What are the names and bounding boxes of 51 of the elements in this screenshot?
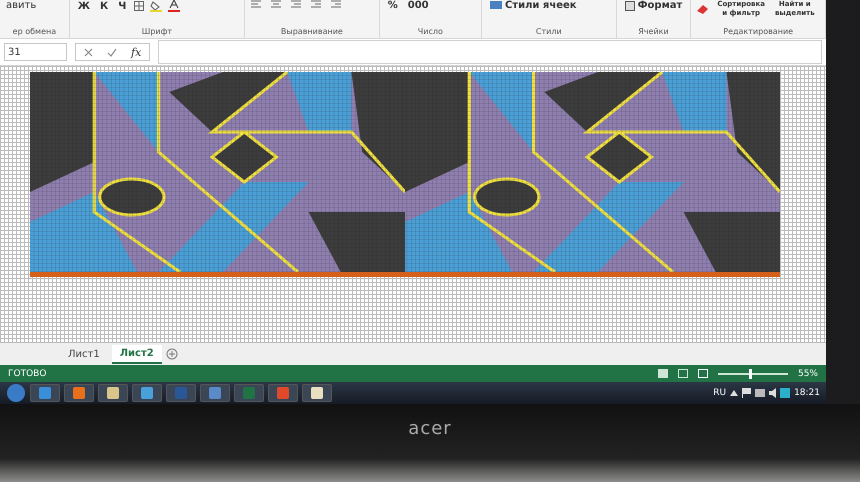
font-style-button[interactable]: К xyxy=(98,0,110,12)
sheet-tab[interactable]: Лист1 xyxy=(60,346,108,362)
cell-styles-icon xyxy=(490,0,502,10)
number-format-button[interactable]: % xyxy=(386,0,400,11)
fill-color-icon xyxy=(150,0,162,12)
status-text: ГОТОВО xyxy=(8,368,46,378)
font-style-button[interactable]: Ч xyxy=(116,0,128,12)
app-icon xyxy=(73,387,85,399)
group-label: Стили xyxy=(536,27,562,36)
app-icon xyxy=(209,387,221,399)
insert-function-button[interactable]: fx xyxy=(131,46,142,58)
zoom-slider-thumb[interactable] xyxy=(749,368,752,378)
network-icon[interactable] xyxy=(755,389,766,397)
group-label: Число xyxy=(418,27,443,36)
add-sheet-icon[interactable] xyxy=(166,348,178,360)
sheet-tab[interactable]: Лист2 xyxy=(112,344,162,364)
page-layout-icon[interactable] xyxy=(678,369,688,378)
speaker-icon[interactable] xyxy=(769,388,776,398)
group-label: Ячейки xyxy=(638,27,669,36)
flag-icon[interactable] xyxy=(742,388,752,398)
app-icon xyxy=(175,387,187,399)
zoom-level: 55% xyxy=(798,368,818,378)
font-style-button[interactable]: Ж xyxy=(76,0,92,12)
paste-label: авить xyxy=(6,0,38,11)
format-button[interactable]: Формат xyxy=(622,0,684,11)
cell-styles-button[interactable]: Стили ячеек xyxy=(488,0,610,11)
group-label: Выравнивание xyxy=(280,27,343,36)
language-indicator: RU xyxy=(713,388,726,398)
app-icon xyxy=(141,387,153,399)
clock: 18:21 xyxy=(794,388,820,398)
borders-icon xyxy=(134,1,144,11)
app-icon xyxy=(107,387,119,399)
group-label: Шрифт xyxy=(142,27,172,36)
group-label: Редактирование xyxy=(723,27,794,36)
page-break-icon[interactable] xyxy=(698,369,708,378)
show-hidden-icons-icon[interactable] xyxy=(730,390,738,396)
monitor-logo: acer xyxy=(408,418,452,439)
app-icon xyxy=(243,387,255,399)
normal-view-icon[interactable] xyxy=(658,369,668,378)
app-icon xyxy=(39,387,51,399)
enter-icon[interactable] xyxy=(107,48,117,56)
start-button-icon[interactable] xyxy=(6,383,26,403)
tray-app-icon[interactable] xyxy=(780,388,790,398)
cancel-icon[interactable] xyxy=(84,48,93,56)
number-format-button[interactable]: 000 xyxy=(406,0,431,11)
app-icon xyxy=(311,387,323,399)
eraser-icon xyxy=(697,4,710,14)
name-box[interactable]: 31 xyxy=(4,43,67,61)
group-label: ер обмена xyxy=(12,27,56,36)
font-color-icon xyxy=(168,0,180,12)
app-icon xyxy=(277,387,289,399)
